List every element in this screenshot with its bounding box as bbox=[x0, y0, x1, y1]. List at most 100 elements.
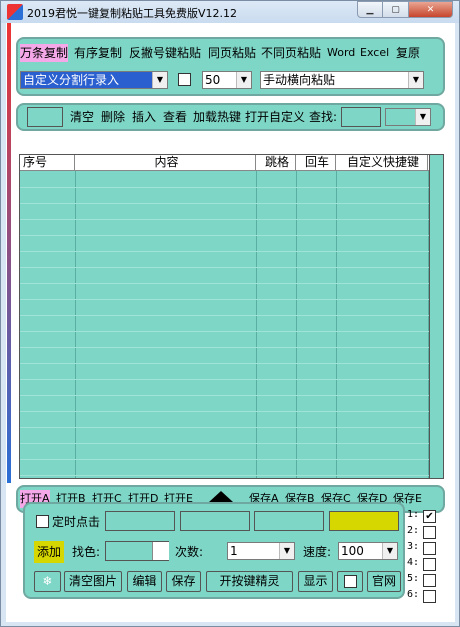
chevron-down-icon: ▼ bbox=[415, 109, 430, 125]
options-checkbox[interactable] bbox=[178, 73, 191, 86]
ordered-copy-button[interactable]: 有序复制 bbox=[74, 44, 122, 62]
row-separator bbox=[20, 459, 443, 460]
row-separator bbox=[20, 283, 443, 284]
million-copy-button[interactable]: 万条复制 bbox=[20, 44, 69, 62]
slot-label: 4: bbox=[407, 557, 420, 568]
row-separator bbox=[20, 475, 443, 476]
show-button[interactable]: 显示 bbox=[298, 571, 333, 592]
times-select[interactable]: 1 ▼ bbox=[227, 542, 295, 560]
row-separator bbox=[20, 315, 443, 316]
col-enter[interactable]: 回车 bbox=[296, 155, 336, 171]
chevron-down-icon: ▼ bbox=[279, 543, 294, 559]
row-separator bbox=[20, 411, 443, 412]
col-shortcut[interactable]: 自定义快捷键 bbox=[336, 155, 428, 171]
edit-button[interactable]: 编辑 bbox=[127, 571, 162, 592]
row-separator bbox=[20, 427, 443, 428]
color-swatch[interactable] bbox=[329, 511, 399, 531]
color-preview bbox=[152, 542, 169, 560]
slot-label: 1: bbox=[407, 509, 420, 520]
timer-label: 定时点击 bbox=[52, 515, 101, 529]
open-wizard-button[interactable]: 开按键精灵 bbox=[206, 571, 293, 592]
slot-label: 5: bbox=[407, 573, 420, 584]
timer-checkbox[interactable] bbox=[36, 515, 49, 528]
count-value: 50 bbox=[205, 73, 221, 87]
row-separator bbox=[20, 331, 443, 332]
col-content[interactable]: 内容 bbox=[75, 155, 256, 171]
client-area: 万条复制 有序复制 反撇号键粘贴 同页粘贴 不同页粘贴 Word Excel 复… bbox=[6, 23, 455, 622]
restore-button[interactable]: 复原 bbox=[396, 44, 420, 62]
slot-checkbox[interactable] bbox=[423, 574, 436, 587]
row-separator bbox=[20, 299, 443, 300]
backtick-paste-button[interactable]: 反撇号键粘贴 bbox=[129, 44, 201, 62]
table-header: 序号 内容 跳格 回车 自定义快捷键 bbox=[20, 155, 443, 171]
slot-checkbox[interactable] bbox=[423, 590, 436, 603]
row-separator bbox=[20, 363, 443, 364]
count-select[interactable]: 50 ▼ bbox=[202, 71, 252, 89]
insert-button[interactable]: 插入 bbox=[132, 108, 156, 126]
chevron-down-icon: ▼ bbox=[236, 72, 251, 88]
row-separator bbox=[20, 395, 443, 396]
diff-page-paste-button[interactable]: 不同页粘贴 bbox=[261, 44, 321, 62]
chevron-down-icon: ▼ bbox=[152, 72, 167, 88]
search-scope-select[interactable]: ▼ bbox=[385, 108, 431, 126]
paste-mode-select[interactable]: 手动横向粘贴 ▼ bbox=[260, 71, 424, 89]
clear-button[interactable]: 清空 bbox=[70, 108, 94, 126]
close-button[interactable]: ✕ bbox=[409, 1, 453, 18]
speed-value: 100 bbox=[341, 544, 364, 558]
row-separator bbox=[20, 219, 443, 220]
row-separator bbox=[20, 203, 443, 204]
show-checkbox[interactable] bbox=[344, 575, 357, 588]
row-separator bbox=[20, 235, 443, 236]
open-custom-button[interactable]: 打开自定义 bbox=[245, 108, 305, 126]
slot-checkbox[interactable] bbox=[423, 526, 436, 539]
content-table[interactable]: 序号 内容 跳格 回车 自定义快捷键 bbox=[19, 154, 444, 479]
split-mode-select[interactable]: 自定义分割行录入 ▼ bbox=[20, 71, 168, 89]
speed-select[interactable]: 100 ▼ bbox=[338, 542, 398, 560]
row-separator bbox=[20, 251, 443, 252]
row-separator bbox=[20, 379, 443, 380]
save-button[interactable]: 保存 bbox=[166, 571, 201, 592]
add-button[interactable]: 添加 bbox=[34, 541, 65, 563]
title-bar: 2019君悦一键复制粘贴工具免费版V12.12 ▁ ▢ ✕ bbox=[1, 1, 459, 23]
slot-checkbox[interactable]: ✔ bbox=[423, 510, 436, 523]
chevron-down-icon: ▼ bbox=[408, 72, 423, 88]
row-separator bbox=[20, 187, 443, 188]
slot-checkbox[interactable] bbox=[423, 542, 436, 555]
table-scrollbar[interactable] bbox=[429, 155, 443, 478]
times-value: 1 bbox=[230, 544, 238, 558]
slot-checkbox[interactable] bbox=[423, 558, 436, 571]
show-checkbox-box bbox=[337, 571, 363, 592]
row-separator bbox=[20, 347, 443, 348]
timer-field-2[interactable] bbox=[180, 511, 250, 531]
split-mode-value: 自定义分割行录入 bbox=[23, 73, 120, 87]
paste-mode-value: 手动横向粘贴 bbox=[263, 73, 336, 87]
view-button[interactable]: 查看 bbox=[163, 108, 187, 126]
find-color-label: 找色: bbox=[72, 545, 101, 559]
col-index[interactable]: 序号 bbox=[20, 155, 75, 171]
automation-panel: 定时点击 添加 找色: 次数: 1 ▼ 速度: 100 ▼ ❄ 清空图片 编辑 … bbox=[23, 502, 405, 599]
delete-button[interactable]: 删除 bbox=[101, 108, 125, 126]
window-title: 2019君悦一键复制粘贴工具免费版V12.12 bbox=[27, 7, 238, 20]
clear-image-button[interactable]: 清空图片 bbox=[64, 571, 122, 592]
col-tab[interactable]: 跳格 bbox=[256, 155, 296, 171]
search-input[interactable] bbox=[341, 107, 381, 127]
timer-field-3[interactable] bbox=[254, 511, 324, 531]
minimize-button[interactable]: ▁ bbox=[357, 1, 383, 18]
excel-button[interactable]: Excel bbox=[360, 44, 389, 62]
slot-label: 6: bbox=[407, 589, 420, 600]
app-window: 2019君悦一键复制粘贴工具免费版V12.12 ▁ ▢ ✕ 万条复制 有序复制 … bbox=[0, 0, 460, 627]
row-separator bbox=[20, 443, 443, 444]
app-logo-icon bbox=[7, 4, 23, 20]
chevron-down-icon: ▼ bbox=[382, 543, 397, 559]
load-hotkey-button[interactable]: 加载热键 bbox=[193, 108, 241, 126]
snowflake-button[interactable]: ❄ bbox=[34, 571, 61, 592]
same-page-paste-button[interactable]: 同页粘贴 bbox=[208, 44, 256, 62]
small-input-field[interactable] bbox=[27, 107, 63, 127]
search-label: 查找: bbox=[309, 110, 338, 124]
website-button[interactable]: 官网 bbox=[367, 571, 401, 592]
word-button[interactable]: Word bbox=[327, 44, 355, 62]
snowflake-icon: ❄ bbox=[42, 574, 53, 588]
maximize-button[interactable]: ▢ bbox=[383, 1, 409, 18]
timer-field-1[interactable] bbox=[105, 511, 175, 531]
speed-label: 速度: bbox=[303, 545, 332, 559]
